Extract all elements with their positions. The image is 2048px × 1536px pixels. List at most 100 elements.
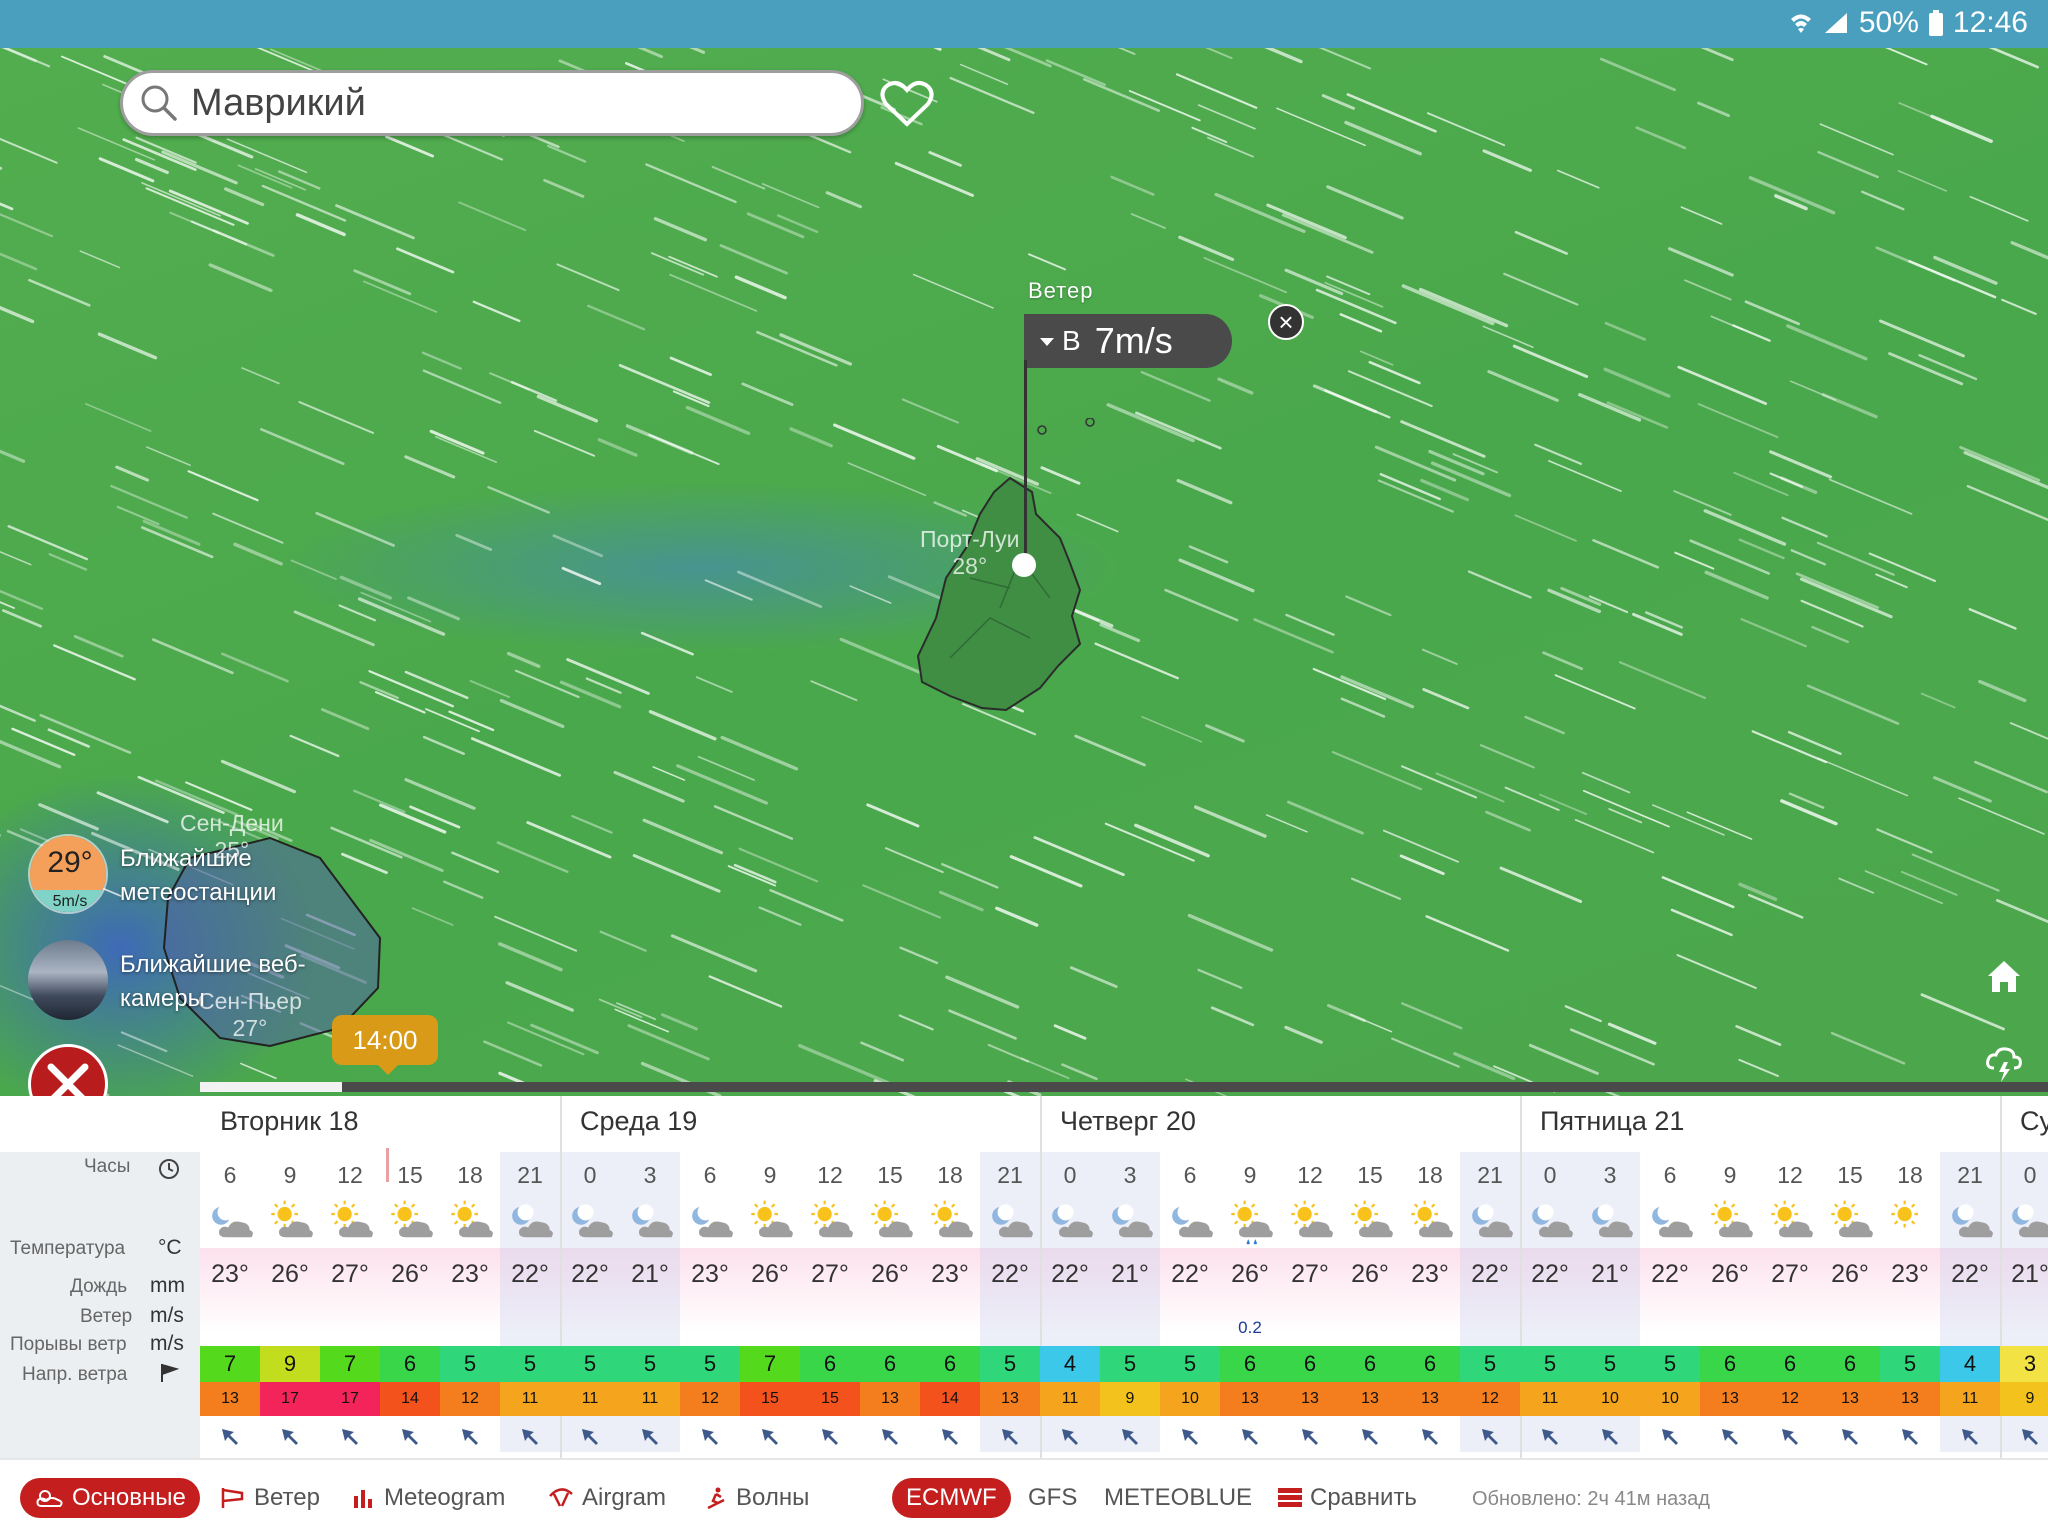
city-temp: 27° [232, 1015, 268, 1041]
webcam-thumbnail[interactable] [28, 940, 108, 1020]
search-bar[interactable]: Маврикий [120, 70, 864, 136]
sun-cloud-icon [751, 1200, 793, 1238]
model-meteoblue[interactable]: METEOBLUE [1104, 1478, 1252, 1518]
sun-cloud-icon [1771, 1200, 1813, 1238]
battery-icon [1928, 10, 1943, 36]
wind-direction-arrow-icon [800, 1420, 860, 1454]
model-ecmwf[interactable]: ECMWF [892, 1478, 1011, 1518]
wind-streak [599, 930, 647, 952]
rain-unit[interactable]: mm [150, 1274, 185, 1298]
tab-airgram[interactable]: Airgram [548, 1478, 666, 1518]
wind-streak [353, 269, 412, 296]
wind-streak [1564, 1005, 1602, 1023]
moon-cloud-icon [512, 1204, 553, 1238]
wind-popup[interactable]: В 7m/s [1024, 314, 1232, 368]
hour-label: 6 [1183, 1162, 1197, 1188]
close-forecast-icon[interactable] [28, 1044, 108, 1098]
wind-streak [901, 398, 959, 424]
time-bubble[interactable]: 14:00 [332, 1015, 438, 1075]
gust-unit[interactable]: m/s [150, 1332, 184, 1356]
hour-label: 3 [643, 1162, 657, 1188]
wind-streak [1974, 760, 2048, 794]
timeline-bar[interactable] [200, 1082, 2048, 1092]
model-gfs[interactable]: GFS [1028, 1478, 1077, 1518]
nearby-stations-button[interactable]: 29° 5m/s [28, 834, 108, 914]
model-label: ECMWF [906, 1484, 997, 1511]
wind-streak [1744, 300, 1800, 326]
wind-map[interactable]: Порт-Луи 28° Сен-Дени 25° Сен-Пьер 27° М… [0, 48, 2048, 1098]
sun-icon [1891, 1200, 1919, 1228]
wind-streak [451, 851, 499, 874]
tab-wind[interactable]: Ветер [220, 1478, 320, 1518]
wind-streak [335, 204, 415, 240]
wind-streak [506, 1021, 585, 1056]
moon-cloud-icon [1952, 1204, 1993, 1238]
wind-streak [912, 273, 994, 309]
temp-cell: 23° [1411, 1260, 1449, 1288]
wind-streak [187, 470, 259, 502]
nearby-stations-label[interactable]: Ближайшие метеостанции [120, 842, 360, 910]
hour-label: 12 [1297, 1162, 1323, 1188]
wind-streak [1674, 551, 1715, 570]
hour-label: 15 [397, 1162, 423, 1188]
tab-waves[interactable]: Волны [704, 1478, 809, 1518]
wind-direction-arrow-icon [320, 1420, 380, 1454]
wind-streak [0, 137, 58, 164]
wind-streak [1435, 772, 1505, 803]
wind-streak [1422, 688, 1470, 710]
wind-cell: 6 [1280, 1346, 1340, 1382]
home-icon[interactable] [1984, 956, 2024, 996]
wifi-icon [1790, 14, 1811, 33]
wind-cell: 7 [320, 1346, 380, 1382]
wind-streak [1281, 213, 1374, 254]
wind-direction-arrow-icon [1700, 1420, 1760, 1454]
mauritius-island [916, 476, 1082, 712]
gust-cell: 12 [1460, 1382, 1520, 1416]
wind-streak [713, 805, 794, 840]
wind-streak [933, 48, 942, 51]
wind-streak [676, 764, 769, 805]
tab-meteogram[interactable]: Meteogram [352, 1478, 505, 1518]
temp-cell: 23° [451, 1260, 489, 1288]
wind-streak [543, 178, 585, 198]
wind-streak [1028, 253, 1066, 271]
wind-streak [1285, 613, 1335, 636]
hour-label: 0 [2023, 1162, 2037, 1188]
wind-streak [898, 1014, 934, 1031]
wind-streak [1534, 443, 1583, 466]
wind-streak [116, 505, 160, 526]
wind-streak [1677, 365, 1768, 405]
hour-label: 9 [763, 1162, 777, 1188]
wind-direction-arrow-icon [1580, 1420, 1640, 1454]
gust-cell: 11 [620, 1382, 680, 1416]
nearby-webcams-label[interactable]: Ближайшие веб-камеры [120, 948, 360, 1016]
wind-unit[interactable]: m/s [150, 1304, 184, 1328]
location-pin[interactable] [1012, 553, 1036, 577]
wind-streak [789, 427, 833, 448]
row-labels: Часы Температура °C Дождь mm Ветер m/s П… [0, 1152, 200, 1458]
search-input[interactable]: Маврикий [191, 82, 366, 125]
wind-streak [0, 550, 32, 566]
wind-streak [1487, 370, 1559, 402]
wind-streak [385, 135, 435, 158]
compare-button[interactable]: Сравнить [1278, 1478, 1417, 1518]
moon-cloud-icon [1652, 1204, 1693, 1238]
wind-streak [1959, 445, 2041, 482]
wind-streak [1879, 319, 1965, 358]
thunderstorm-icon[interactable] [1984, 1044, 2024, 1084]
wind-streak [1920, 993, 2005, 1031]
wind-streak [2010, 241, 2048, 260]
wind-streak [190, 220, 248, 246]
wind-streak [708, 975, 783, 1008]
favorite-heart-icon[interactable] [880, 80, 934, 128]
sun-cloud-icon [1411, 1200, 1453, 1238]
wind-streak [122, 138, 197, 171]
wind-streak [1830, 1031, 1906, 1065]
close-popup-icon[interactable]: × [1268, 304, 1304, 340]
temp-unit[interactable]: °C [158, 1236, 182, 1260]
wind-streak [711, 165, 766, 190]
station-temp: 29° [30, 836, 106, 890]
wind-direction-arrow-icon [1340, 1420, 1400, 1454]
wind-streak [1482, 325, 1534, 349]
tab-basic[interactable]: Основные [20, 1478, 200, 1518]
